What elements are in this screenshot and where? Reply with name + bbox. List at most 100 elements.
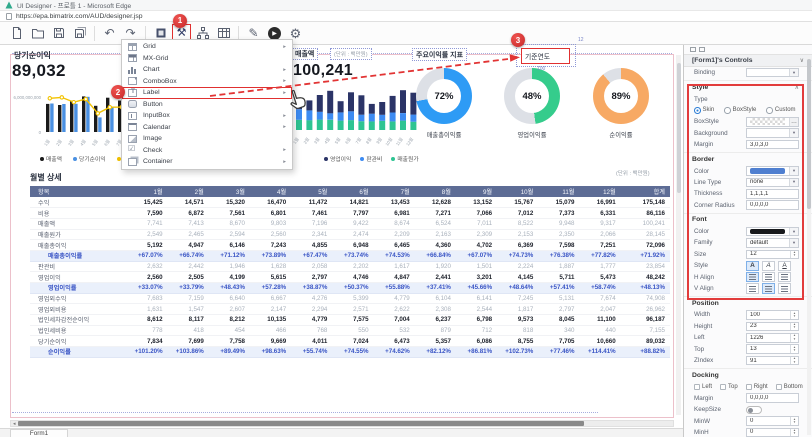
stepper-icon[interactable]: ▴▾ (790, 357, 798, 365)
font-size-input[interactable]: 12▴▾ (746, 250, 799, 260)
menu-item-container[interactable]: Container ▸ (122, 156, 292, 168)
menu-item-button[interactable]: Button (122, 99, 292, 111)
dock-left-checkbox[interactable]: Left (694, 384, 712, 390)
dropdown-arrow-icon[interactable]: ▾ (789, 69, 798, 77)
dropdown-arrow-icon[interactable]: ▾ (789, 228, 798, 236)
property-label: Top (694, 346, 704, 353)
stepper-icon[interactable]: ▴▾ (790, 323, 798, 331)
menu-item-image[interactable]: Image (122, 133, 292, 145)
menu-item-label[interactable]: Label ▸2 (122, 87, 292, 99)
minh-input[interactable]: 0▴▾ (746, 428, 799, 437)
font-family-select[interactable]: default▾ (746, 238, 799, 248)
boxstyle-picker[interactable]: … (746, 117, 799, 127)
menu-item-calendar[interactable]: Calendar ▸ (122, 122, 292, 134)
canvas-horizontal-scrollbar[interactable]: ◂ (10, 420, 674, 427)
corner-radius-input[interactable]: 0,0,0,0 (746, 200, 799, 210)
section-style[interactable]: Style∧ (684, 80, 812, 93)
stepper-icon[interactable]: ▴▾ (790, 429, 798, 437)
scrollbar-thumb[interactable] (677, 63, 681, 193)
table-cell: 1,501 (456, 261, 497, 272)
type-radio-skin[interactable]: Skin (694, 107, 714, 114)
keepsize-toggle[interactable] (746, 406, 762, 414)
design-canvas[interactable]: 당기순이익 89,032 6,000,000,00001월2월3월4월5월6월7… (0, 45, 683, 437)
line-type-select[interactable]: none▾ (746, 178, 799, 188)
save-button[interactable] (49, 24, 68, 43)
revenue-title-box[interactable]: 매출액 (291, 48, 318, 60)
base-year-label[interactable]: 기준연도 (521, 48, 570, 64)
section-font[interactable]: Font (684, 213, 812, 226)
docking-margin-input[interactable]: 0,0,0,0 (746, 393, 799, 403)
stepper-icon[interactable]: ▴▾ (790, 417, 798, 425)
stepper-icon[interactable]: ▴▾ (790, 345, 798, 353)
section-docking[interactable]: Docking (684, 368, 812, 381)
menu-item-grid[interactable]: Grid ▸ (122, 41, 292, 53)
align-center-button[interactable] (762, 272, 775, 283)
section-position[interactable]: Position (684, 296, 812, 309)
panel-scrollbar[interactable] (807, 57, 811, 435)
type-radio-custom[interactable]: Custom (766, 107, 795, 114)
align-middle-button[interactable] (762, 283, 775, 294)
left-input[interactable]: 1226▴▾ (746, 333, 799, 343)
background-select[interactable]: ▾ (746, 128, 799, 138)
width-input[interactable]: 100▴▾ (746, 310, 799, 320)
minw-input[interactable]: 0▴▾ (746, 416, 799, 426)
legend-item: 영업이익 (324, 154, 351, 163)
section-border[interactable]: Border (684, 152, 812, 165)
menu-item-check[interactable]: Check ▸ (122, 145, 292, 157)
row-label: 영업외수익 (30, 293, 126, 304)
dropdown-arrow-icon[interactable]: ▾ (789, 167, 798, 175)
dropdown-arrow-icon[interactable]: ▾ (789, 179, 798, 187)
panel-header[interactable]: [Form1]'s Controls ∨ (684, 54, 812, 67)
canvas-vertical-scrollbar[interactable] (676, 55, 681, 415)
label-icon (128, 89, 137, 97)
dock-top-checkbox[interactable]: Top (720, 384, 738, 390)
bold-button[interactable]: A (746, 261, 759, 272)
binding-select[interactable]: ▾ (746, 68, 799, 78)
menu-item-combobox[interactable]: ComboBox ▸ (122, 76, 292, 88)
tab-form1[interactable]: Form1 (10, 429, 68, 437)
menu-item-label: Check (143, 147, 283, 154)
stepper-icon[interactable]: ▴▾ (790, 251, 798, 259)
dock-bottom-checkbox[interactable]: Bottom (776, 384, 803, 390)
scroll-left-icon[interactable]: ◂ (11, 421, 18, 427)
table-cell: 6,667 (250, 293, 291, 304)
dock-icon[interactable] (690, 47, 696, 52)
thickness-input[interactable]: 1,1,1,1 (746, 189, 799, 199)
open-folder-button[interactable] (28, 24, 47, 43)
scrollbar-thumb[interactable] (807, 59, 811, 209)
undo-button[interactable]: ↶ (100, 24, 119, 43)
stepper-icon[interactable]: ▴▾ (790, 311, 798, 319)
scrollbar-thumb[interactable] (18, 421, 584, 426)
dock-icon[interactable] (699, 47, 705, 52)
align-top-button[interactable] (746, 283, 759, 294)
top-input[interactable]: 13▴▾ (746, 344, 799, 354)
menu-item-mx-grid[interactable]: MX-Grid (122, 53, 292, 65)
dock-right-checkbox[interactable]: Right (746, 384, 768, 390)
unit-note: (단위 : 백만원) (334, 50, 368, 58)
border-color-picker[interactable]: ▾ (746, 166, 799, 176)
type-radio-boxstyle[interactable]: BoxStyle (724, 107, 756, 114)
row-label: 수익 (30, 197, 126, 208)
save-all-button[interactable] (70, 24, 89, 43)
style-margin-input[interactable]: 3,0,3,0 (746, 140, 799, 150)
zindex-input[interactable]: 91▴▾ (746, 356, 799, 366)
dropdown-arrow-icon[interactable]: ▾ (789, 239, 798, 247)
menu-item-chart[interactable]: Chart ▸ (122, 64, 292, 76)
ellipsis-button[interactable]: … (789, 118, 798, 126)
italic-button[interactable]: A (762, 261, 775, 272)
unit-note-box[interactable]: (단위 : 백만원) (330, 48, 372, 60)
table-cell: 6,369 (497, 240, 538, 251)
dropdown-arrow-icon[interactable]: ▾ (789, 129, 798, 137)
stepper-icon[interactable]: ▴▾ (790, 334, 798, 342)
gauges-title-box[interactable]: 주요이익률 지표 (412, 48, 467, 61)
menu-item-inputbox[interactable]: InputBox ▸ (122, 110, 292, 122)
save-icon (52, 26, 66, 40)
browser-urlbar[interactable]: https://epa.bimatrix.com/AUD/designer.js… (0, 11, 812, 22)
align-right-button[interactable] (778, 272, 791, 283)
font-color-picker[interactable]: ▾ (746, 227, 799, 237)
align-left-button[interactable] (746, 272, 759, 283)
align-bottom-button[interactable] (778, 283, 791, 294)
new-file-button[interactable] (7, 24, 26, 43)
height-input[interactable]: 23▴▾ (746, 322, 799, 332)
underline-button[interactable]: A (778, 261, 791, 272)
